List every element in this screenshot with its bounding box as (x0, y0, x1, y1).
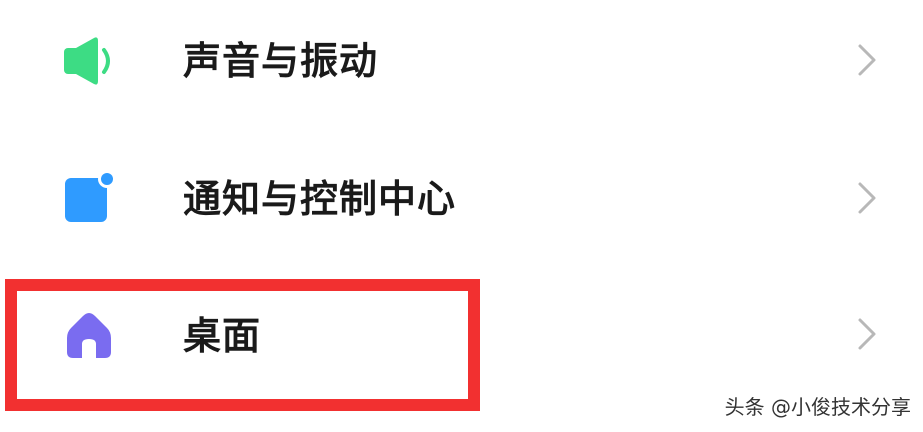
settings-item-sound-vibration[interactable]: 声音与振动 (0, 0, 923, 120)
settings-screen: 声音与振动 通知与控制中心 桌面 头条 @小俊技术分享 (0, 0, 923, 432)
notification-icon (65, 172, 116, 222)
chevron-right-icon (858, 44, 876, 76)
speaker-icon (64, 37, 110, 85)
chevron-right-icon (858, 182, 876, 214)
settings-item-label: 通知与控制中心 (183, 177, 457, 221)
chevron-right-icon (858, 318, 876, 350)
highlight-box (5, 279, 480, 411)
settings-item-notification-control-center[interactable]: 通知与控制中心 (0, 138, 923, 258)
watermark: 头条 @小俊技术分享 (724, 395, 911, 419)
settings-item-label: 声音与振动 (183, 39, 379, 83)
